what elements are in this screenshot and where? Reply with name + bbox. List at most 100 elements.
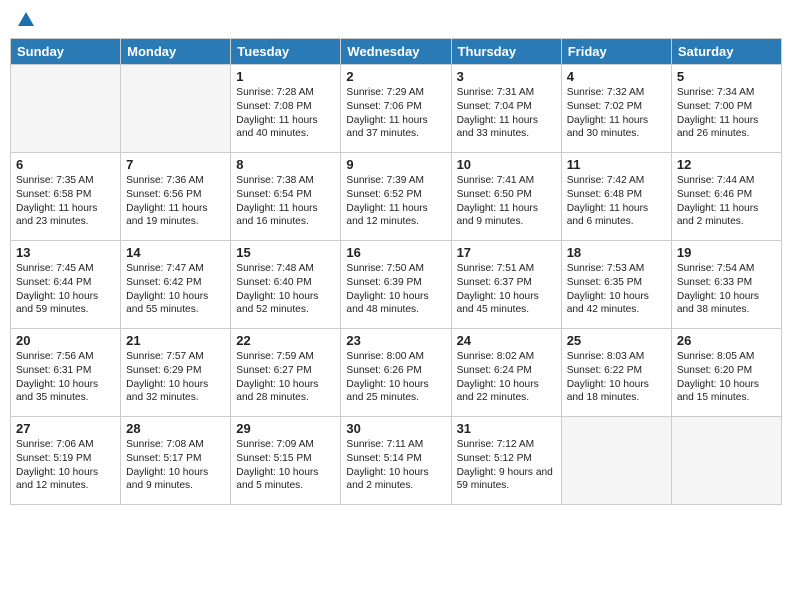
calendar-cell: 30Sunrise: 7:11 AMSunset: 5:14 PMDayligh…	[341, 417, 451, 505]
cell-details: Sunrise: 7:31 AMSunset: 7:04 PMDaylight:…	[457, 86, 556, 141]
cell-details: Sunrise: 8:00 AMSunset: 6:26 PMDaylight:…	[346, 350, 445, 405]
calendar-cell: 23 Sunrise: 8:00 AMSunset: 6:26 PMDayligh…	[341, 329, 451, 417]
calendar-cell	[11, 65, 121, 153]
weekday-header-tuesday: Tuesday	[231, 39, 341, 65]
cell-details: Sunrise: 7:45 AMSunset: 6:44 PMDaylight:…	[16, 262, 115, 317]
day-number: 19	[677, 245, 776, 260]
calendar-table: SundayMondayTuesdayWednesdayThursdayFrid…	[10, 38, 782, 505]
day-number: 9	[346, 157, 445, 172]
weekday-header-sunday: Sunday	[11, 39, 121, 65]
cell-details: Sunrise: 7:36 AMSunset: 6:56 PMDaylight:…	[126, 174, 225, 229]
day-number: 2	[346, 69, 445, 84]
calendar-cell: 8 Sunrise: 7:38 AMSunset: 6:54 PMDaylight…	[231, 153, 341, 241]
cell-details: Sunrise: 8:03 AMSunset: 6:22 PMDaylight:…	[567, 350, 666, 405]
day-number: 1	[236, 69, 335, 84]
day-number: 11	[567, 157, 666, 172]
day-number: 12	[677, 157, 776, 172]
calendar-cell: 20 Sunrise: 7:56 AMSunset: 6:31 PMDayligh…	[11, 329, 121, 417]
calendar-cell: 15 Sunrise: 7:48 AMSunset: 6:40 PMDayligh…	[231, 241, 341, 329]
weekday-header-monday: Monday	[121, 39, 231, 65]
calendar-cell: 27 Sunrise: 7:06 AMSunset: 5:19 PMDayligh…	[11, 417, 121, 505]
calendar-cell: 14 Sunrise: 7:47 AMSunset: 6:42 PMDayligh…	[121, 241, 231, 329]
day-number: 10	[457, 157, 556, 172]
calendar-cell: 17Sunrise: 7:51 AMSunset: 6:37 PMDayligh…	[451, 241, 561, 329]
cell-details: Sunrise: 7:38 AMSunset: 6:54 PMDaylight:…	[236, 174, 335, 229]
day-number: 3	[457, 69, 556, 84]
day-number: 13	[16, 245, 115, 260]
cell-details: Sunrise: 7:51 AMSunset: 6:37 PMDaylight:…	[457, 262, 556, 317]
calendar-cell: 21 Sunrise: 7:57 AMSunset: 6:29 PMDayligh…	[121, 329, 231, 417]
day-number: 26	[677, 333, 776, 348]
calendar-cell: 25 Sunrise: 8:03 AMSunset: 6:22 PMDayligh…	[561, 329, 671, 417]
calendar-cell	[671, 417, 781, 505]
calendar-cell: 22 Sunrise: 7:59 AMSunset: 6:27 PMDayligh…	[231, 329, 341, 417]
day-number: 28	[126, 421, 225, 436]
cell-details: Sunrise: 7:54 AMSunset: 6:33 PMDaylight:…	[677, 262, 776, 317]
cell-details: Sunrise: 7:59 AMSunset: 6:27 PMDaylight:…	[236, 350, 335, 405]
day-number: 8	[236, 157, 335, 172]
day-number: 31	[457, 421, 556, 436]
calendar-cell: 19 Sunrise: 7:54 AMSunset: 6:33 PMDayligh…	[671, 241, 781, 329]
calendar-cell: 26 Sunrise: 8:05 AMSunset: 6:20 PMDayligh…	[671, 329, 781, 417]
cell-details: Sunrise: 7:53 AMSunset: 6:35 PMDaylight:…	[567, 262, 666, 317]
calendar-cell: 2 Sunrise: 7:29 AMSunset: 7:06 PMDaylight…	[341, 65, 451, 153]
calendar-cell: 11 Sunrise: 7:42 AMSunset: 6:48 PMDayligh…	[561, 153, 671, 241]
day-number: 25	[567, 333, 666, 348]
cell-details: Sunrise: 7:34 AMSunset: 7:00 PMDaylight:…	[677, 86, 776, 141]
calendar-cell: 3 Sunrise: 7:31 AMSunset: 7:04 PMDaylight…	[451, 65, 561, 153]
calendar-cell: 10 Sunrise: 7:41 AMSunset: 6:50 PMDayligh…	[451, 153, 561, 241]
day-number: 15	[236, 245, 335, 260]
cell-details: Sunrise: 7:42 AMSunset: 6:48 PMDaylight:…	[567, 174, 666, 229]
cell-details: Sunrise: 7:44 AMSunset: 6:46 PMDaylight:…	[677, 174, 776, 229]
cell-details: Sunrise: 7:50 AMSunset: 6:39 PMDaylight:…	[346, 262, 445, 317]
calendar-cell: 12 Sunrise: 7:44 AMSunset: 6:46 PMDayligh…	[671, 153, 781, 241]
calendar-cell	[121, 65, 231, 153]
calendar-cell: 31Sunrise: 7:12 AMSunset: 5:12 PMDayligh…	[451, 417, 561, 505]
day-number: 24	[457, 333, 556, 348]
cell-details: Sunrise: 7:47 AMSunset: 6:42 PMDaylight:…	[126, 262, 225, 317]
cell-details: Sunrise: 7:06 AMSunset: 5:19 PMDaylight:…	[16, 438, 115, 493]
day-number: 23	[346, 333, 445, 348]
calendar-cell: 29 Sunrise: 7:09 AMSunset: 5:15 PMDayligh…	[231, 417, 341, 505]
cell-details: Sunrise: 7:08 AMSunset: 5:17 PMDaylight:…	[126, 438, 225, 493]
calendar-cell	[561, 417, 671, 505]
day-number: 29	[236, 421, 335, 436]
cell-details: Sunrise: 7:35 AMSunset: 6:58 PMDaylight:…	[16, 174, 115, 229]
day-number: 21	[126, 333, 225, 348]
day-number: 4	[567, 69, 666, 84]
calendar-cell: 6 Sunrise: 7:35 AMSunset: 6:58 PMDaylight…	[11, 153, 121, 241]
calendar-cell: 13 Sunrise: 7:45 AMSunset: 6:44 PMDayligh…	[11, 241, 121, 329]
cell-details: Sunrise: 7:28 AMSunset: 7:08 PMDaylight:…	[236, 86, 335, 141]
day-number: 27	[16, 421, 115, 436]
calendar-cell: 7 Sunrise: 7:36 AMSunset: 6:56 PMDaylight…	[121, 153, 231, 241]
cell-details: Sunrise: 7:56 AMSunset: 6:31 PMDaylight:…	[16, 350, 115, 405]
cell-details: Sunrise: 7:48 AMSunset: 6:40 PMDaylight:…	[236, 262, 335, 317]
day-number: 16	[346, 245, 445, 260]
calendar-cell: 28 Sunrise: 7:08 AMSunset: 5:17 PMDayligh…	[121, 417, 231, 505]
calendar-cell: 16 Sunrise: 7:50 AMSunset: 6:39 PMDayligh…	[341, 241, 451, 329]
cell-details: Sunrise: 7:11 AMSunset: 5:14 PMDaylight:…	[346, 438, 445, 493]
weekday-header-saturday: Saturday	[671, 39, 781, 65]
logo	[14, 10, 36, 30]
weekday-header-thursday: Thursday	[451, 39, 561, 65]
calendar-cell: 4Sunrise: 7:32 AMSunset: 7:02 PMDaylight…	[561, 65, 671, 153]
day-number: 20	[16, 333, 115, 348]
weekday-header-wednesday: Wednesday	[341, 39, 451, 65]
calendar-cell: 9 Sunrise: 7:39 AMSunset: 6:52 PMDaylight…	[341, 153, 451, 241]
cell-details: Sunrise: 7:39 AMSunset: 6:52 PMDaylight:…	[346, 174, 445, 229]
day-number: 22	[236, 333, 335, 348]
cell-details: Sunrise: 7:41 AMSunset: 6:50 PMDaylight:…	[457, 174, 556, 229]
day-number: 7	[126, 157, 225, 172]
day-number: 14	[126, 245, 225, 260]
cell-details: Sunrise: 7:57 AMSunset: 6:29 PMDaylight:…	[126, 350, 225, 405]
calendar-cell: 5Sunrise: 7:34 AMSunset: 7:00 PMDaylight…	[671, 65, 781, 153]
page-header	[10, 10, 782, 30]
logo-icon	[16, 10, 36, 30]
cell-details: Sunrise: 7:29 AMSunset: 7:06 PMDaylight:…	[346, 86, 445, 141]
day-number: 18	[567, 245, 666, 260]
calendar-cell: 24Sunrise: 8:02 AMSunset: 6:24 PMDayligh…	[451, 329, 561, 417]
cell-details: Sunrise: 8:05 AMSunset: 6:20 PMDaylight:…	[677, 350, 776, 405]
calendar-cell: 18 Sunrise: 7:53 AMSunset: 6:35 PMDayligh…	[561, 241, 671, 329]
day-number: 6	[16, 157, 115, 172]
cell-details: Sunrise: 7:09 AMSunset: 5:15 PMDaylight:…	[236, 438, 335, 493]
